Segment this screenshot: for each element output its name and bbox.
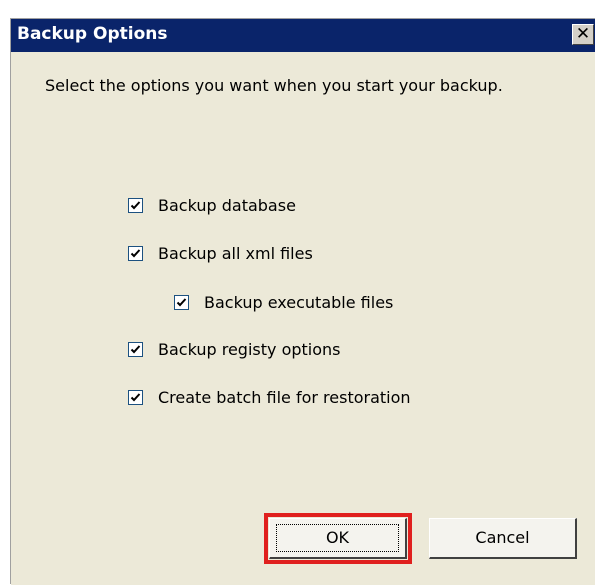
backup-xml-files-checkbox[interactable] [128,246,143,261]
backup-xml-files-option[interactable]: Backup all xml files [128,244,313,263]
checkmark-icon [130,345,141,354]
title-bar[interactable]: Backup Options ✕ [11,19,595,52]
ok-button[interactable]: OK [269,518,407,559]
backup-options-dialog: Backup Options ✕ Select the options you … [10,18,595,585]
backup-registry-options-label: Backup registy options [158,340,341,359]
cancel-button[interactable]: Cancel [429,518,577,559]
dialog-body: Select the options you want when you sta… [11,52,595,585]
create-batch-file-checkbox[interactable] [128,390,143,405]
dialog-title: Backup Options [17,24,168,44]
ok-button-label: OK [325,528,350,547]
checkmark-icon [176,298,187,307]
backup-database-label: Backup database [158,196,296,215]
backup-registry-options-checkbox[interactable] [128,342,143,357]
checkmark-icon [130,393,141,402]
close-icon: ✕ [575,24,591,44]
checkmark-icon [130,201,141,210]
create-batch-file-label: Create batch file for restoration [158,388,411,407]
create-batch-file-option[interactable]: Create batch file for restoration [128,388,411,407]
backup-registry-options-option[interactable]: Backup registy options [128,340,341,359]
backup-executable-files-option[interactable]: Backup executable files [174,293,393,312]
checkmark-icon [130,249,141,258]
backup-database-checkbox[interactable] [128,198,143,213]
instructions-text: Select the options you want when you sta… [45,76,503,95]
ok-focus-rect: OK [276,524,399,552]
backup-xml-files-label: Backup all xml files [158,244,313,263]
backup-executable-files-checkbox[interactable] [174,295,189,310]
close-button[interactable]: ✕ [572,24,594,45]
cancel-button-label: Cancel [475,528,530,547]
backup-executable-files-label: Backup executable files [204,293,394,312]
backup-database-option[interactable]: Backup database [128,196,296,215]
